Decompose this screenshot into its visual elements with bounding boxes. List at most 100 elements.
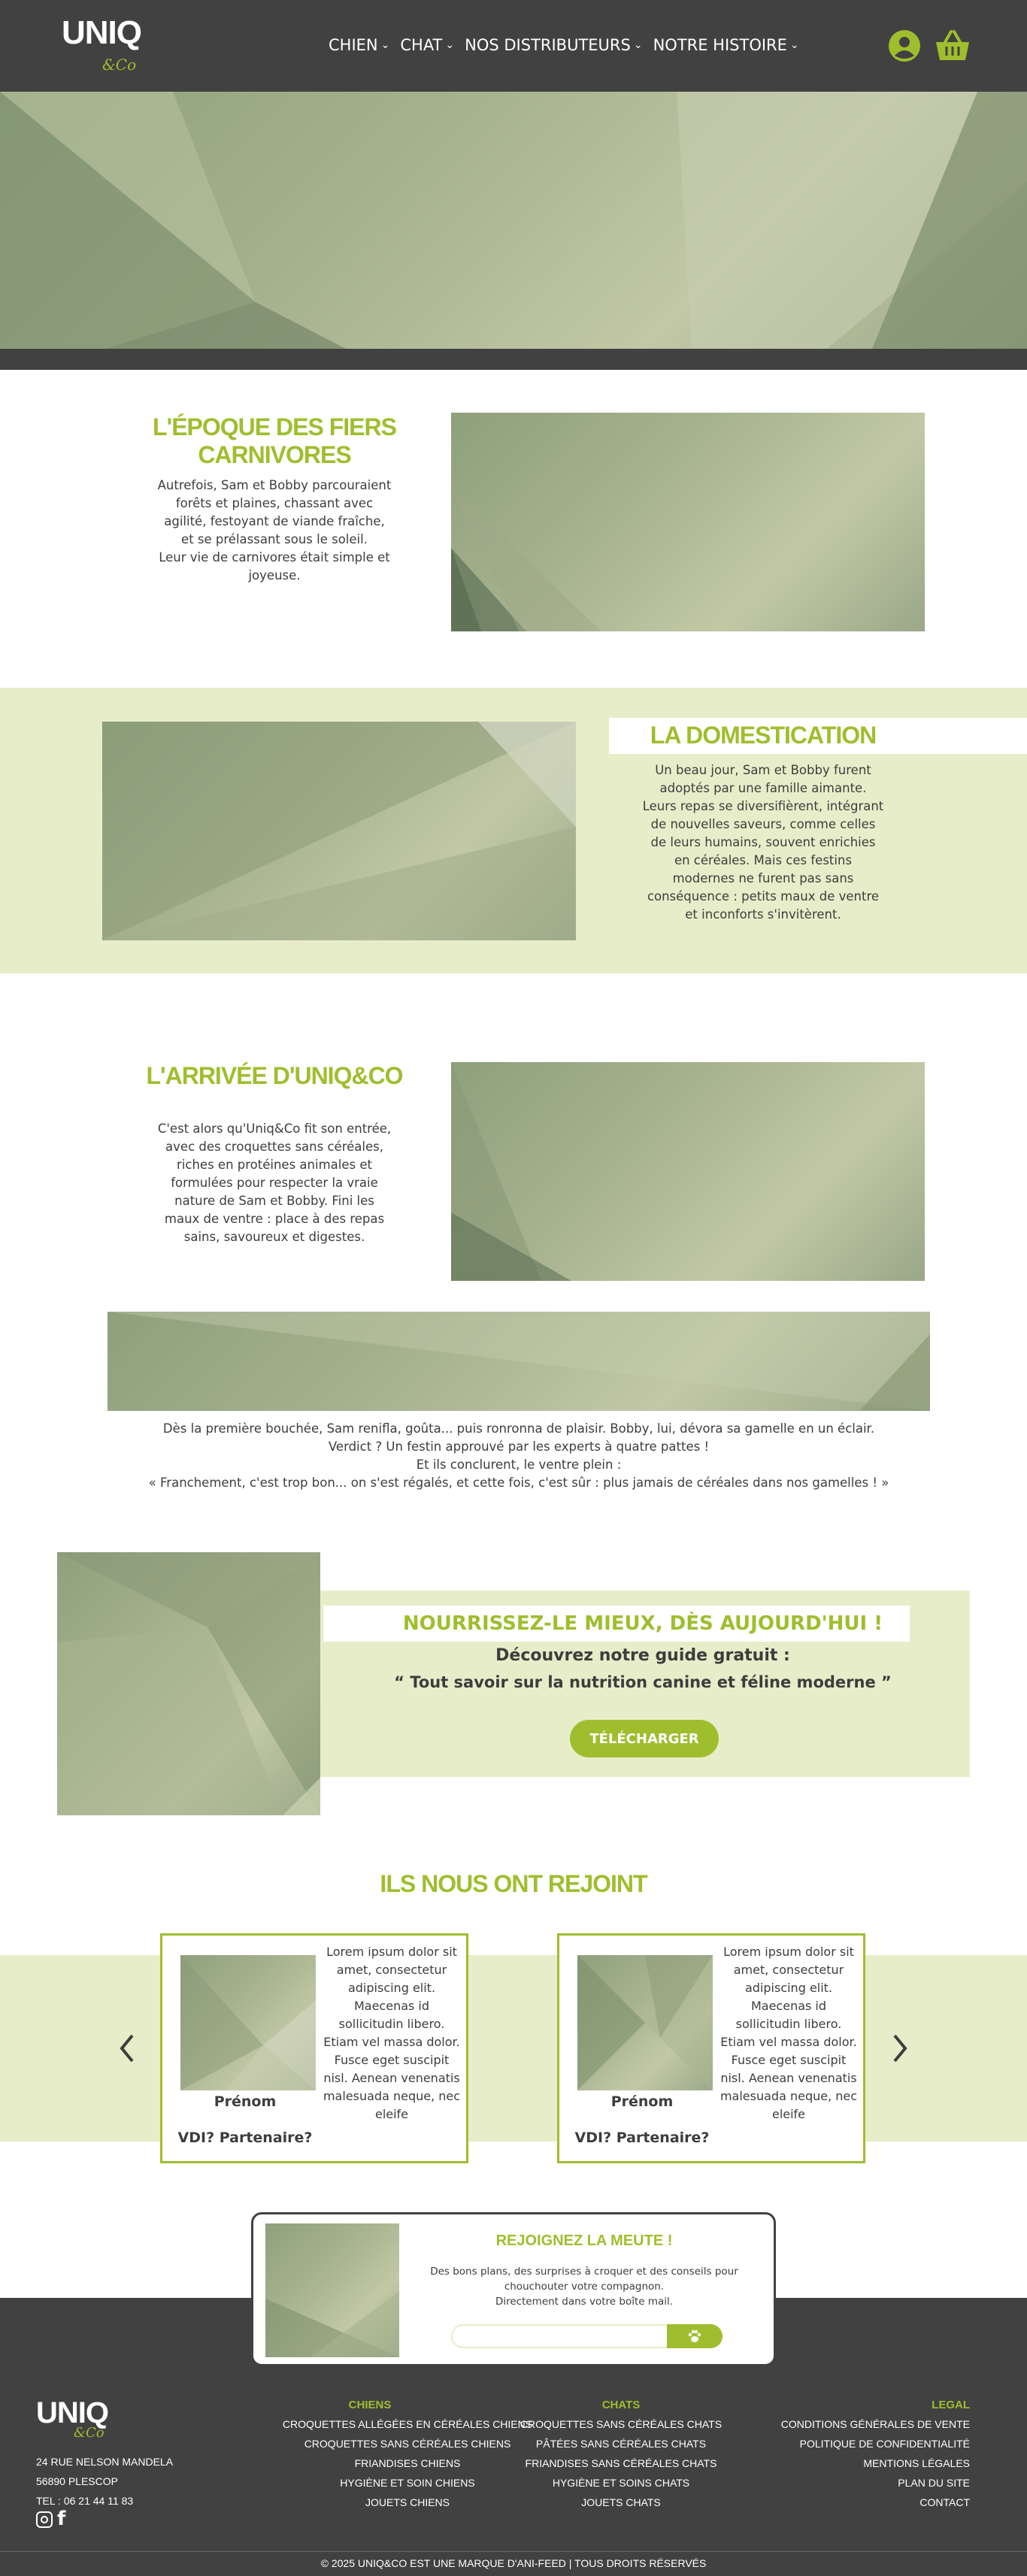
text-line: « Franchement, c'est trop bon... on s'es… — [148, 1476, 889, 1490]
guide-image — [57, 1552, 320, 1815]
nav-chien[interactable]: CHIEN ⌄ — [329, 36, 389, 54]
newsletter-image — [265, 2223, 399, 2357]
chevron-down-icon: ⌄ — [633, 39, 643, 51]
text-line: Verdict ? Un festin approuvé par les exp… — [328, 1439, 710, 1454]
text-line: formulées pour respecter la vraie — [171, 1176, 378, 1190]
arrivee-image — [451, 1062, 925, 1281]
footer-link[interactable]: PÂTÉES SANS CÉRÉALES CHATS — [536, 2438, 706, 2450]
text-line: en céréales. Mais ces festins — [674, 853, 853, 867]
domestication-image — [102, 722, 576, 940]
guide-quote: “ Tout savoir sur la nutrition canine et… — [394, 1673, 892, 1691]
paw-icon — [688, 2329, 701, 2342]
partner-name: Prénom — [610, 2093, 674, 2110]
text-line: et se prélassant sous le soleil. — [181, 532, 368, 546]
footer-link[interactable]: POLITIQUE DE CONFIDENTIALITÉ — [800, 2438, 970, 2450]
site-header: UNIQ &Co CHIEN ⌄ CHAT ⌄ NOS DISTRIBUTEURS ⌄… — [0, 0, 1027, 92]
footer-logo[interactable]: UNIQ &Co — [36, 2396, 109, 2441]
footer-link[interactable]: FRIANDISES SANS CÉRÉALES CHATS — [526, 2457, 717, 2469]
text-line: Dès la première bouchée, Sam renifla, go… — [162, 1421, 875, 1436]
partner-photo — [577, 1955, 713, 2090]
section-text-domestication: Un beau jour, Sam et Bobby furent adopté… — [617, 761, 910, 924]
text-line: avec des croquettes sans céréales, — [165, 1140, 383, 1154]
nav-label: CHAT — [400, 36, 443, 54]
basket-icon[interactable] — [935, 29, 971, 63]
text-line: conséquence : petits maux de ventre — [647, 889, 880, 904]
section-title-domestication: LA DOMESTICATION — [650, 722, 877, 749]
text-line: Directement dans votre boîte mail. — [495, 2296, 674, 2308]
footer-link[interactable]: FRIANDISES CHIENS — [355, 2457, 461, 2469]
text-line: Leurs repas se diversifièrent, intégrant — [642, 799, 884, 813]
newsletter-title: REJOIGNEZ LA MEUTE ! — [495, 2232, 673, 2249]
section-title-arrivee: L'ARRIVÉE D'UNIQ&CO — [146, 1062, 403, 1089]
newsletter-submit-button[interactable] — [667, 2324, 723, 2348]
chevron-down-icon: ⌄ — [380, 39, 390, 51]
footer-link[interactable]: JOUETS CHATS — [581, 2496, 661, 2508]
partner-card: Prénom VDI? Partenaire? Lorem ipsum dolo… — [557, 1933, 865, 2163]
footer-logo-subtext: &Co — [74, 2425, 105, 2441]
logo-subtext: &Co — [102, 56, 137, 74]
section-text-carnivores: Autrefois, Sam et Bobby parcouraient for… — [135, 477, 414, 585]
user-icon[interactable] — [889, 30, 920, 62]
main-nav: CHIEN ⌄ CHAT ⌄ NOS DISTRIBUTEURS ⌄ NOTRE HI… — [329, 36, 799, 54]
newsletter-text: Des bons plans, des surprises à croquer … — [419, 2264, 750, 2309]
footer-link[interactable]: HYGIÈNE ET SOIN CHIENS — [340, 2477, 474, 2489]
footer-link[interactable]: CROQUETTES ALLÉGÉES EN CÉRÉALES CHIENS — [283, 2418, 532, 2430]
footer-address: 24 RUE NELSON MANDELA — [36, 2456, 174, 2468]
partner-name: Prénom — [214, 2093, 277, 2110]
nav-distributeurs[interactable]: NOS DISTRIBUTEURS ⌄ — [465, 36, 642, 54]
footer-link[interactable]: CONTACT — [919, 2496, 970, 2508]
hero-banner-image — [0, 92, 1027, 349]
facebook-icon[interactable]: f — [57, 2508, 65, 2529]
footer-link[interactable]: PLAN DU SITE — [898, 2477, 970, 2489]
footer-link[interactable]: CROQUETTES SANS CÉRÉALES CHATS — [520, 2418, 722, 2430]
footer-link[interactable]: HYGIÈNE ET SOINS CHATS — [553, 2477, 689, 2489]
footer-link[interactable]: CONDITIONS GÉNÉRALES DE VENTE — [781, 2418, 970, 2430]
text-line: maux de ventre : place à des repas — [164, 1212, 385, 1226]
footer-phone: TEL : 06 21 44 11 83 — [36, 2495, 134, 2507]
section-text-arrivee: C'est alors qu'Uniq&Co fit son entrée, a… — [135, 1120, 414, 1246]
nav-label: NOTRE HISTOIRE — [653, 36, 787, 54]
partners-band — [0, 1955, 1027, 2142]
instagram-icon[interactable] — [36, 2511, 53, 2528]
chevron-right-icon[interactable] — [887, 2030, 914, 2067]
text-line: nature de Sam et Bobby. Fini les — [174, 1194, 374, 1208]
partner-text: Lorem ipsum dolor sit amet, consectetur … — [720, 1945, 858, 2121]
partner-photo — [180, 1955, 316, 2090]
partner-role: VDI? Partenaire? — [177, 2130, 313, 2146]
nav-chat[interactable]: CHAT ⌄ — [400, 36, 454, 54]
nav-histoire[interactable]: NOTRE HISTOIRE ⌄ — [653, 36, 799, 54]
newsletter-box: REJOIGNEZ LA MEUTE ! Des bons plans, des… — [251, 2212, 776, 2366]
text-line: Autrefois, Sam et Bobby parcouraient — [157, 478, 392, 492]
footer-city: 56890 PLESCOP — [36, 2475, 118, 2487]
section-title-carnivores: L'ÉPOQUE DES FIERS CARNIVORES — [153, 413, 397, 468]
download-button[interactable]: TÉLÉCHARGER — [570, 1720, 719, 1757]
partner-role: VDI? Partenaire? — [574, 2130, 710, 2146]
chevron-down-icon: ⌄ — [445, 39, 455, 51]
logo-text: UNIQ — [62, 14, 142, 51]
footer-link[interactable]: JOUETS CHIENS — [365, 2496, 450, 2508]
partner-text: Lorem ipsum dolor sit amet, consectetur … — [323, 1945, 461, 2121]
text-line: de leurs humains, souvent enrichies — [650, 835, 876, 849]
text-line: agilité, festoyant de viande fraîche, — [164, 514, 385, 528]
footer-logo-text: UNIQ — [36, 2396, 109, 2429]
chevron-left-icon[interactable] — [113, 2030, 140, 2067]
footer-link[interactable]: CROQUETTES SANS CÉRÉALES CHIENS — [304, 2438, 511, 2450]
section-text-verdict: Dès la première bouchée, Sam renifla, go… — [105, 1420, 932, 1492]
nav-label: CHIEN — [329, 36, 378, 54]
partners-title: ILS NOUS ONT REJOINT — [380, 1870, 647, 1897]
guide-title: NOURRISSEZ-LE MIEUX, DÈS AUJOURD'HUI ! — [402, 1612, 883, 1635]
logo[interactable]: UNIQ &Co — [62, 14, 142, 74]
nav-label: NOS DISTRIBUTEURS — [465, 36, 631, 54]
copyright: © 2025 UNIQ&CO EST UNE MARQUE D'ANI-FEED… — [320, 2557, 707, 2569]
text-line: adoptés par une famille aimante. — [659, 781, 867, 795]
text-line: et inconforts s'invitèrent. — [685, 907, 841, 922]
guide-subtitle: Découvrez notre guide gratuit : — [495, 1646, 790, 1665]
text-line: chouchouter votre compagnon. — [504, 2281, 665, 2293]
newsletter-email-input[interactable] — [451, 2324, 669, 2348]
footer-link[interactable]: MENTIONS LÉGALES — [863, 2457, 970, 2469]
verdict-banner-image — [108, 1312, 930, 1411]
text-line: Leur vie de carnivores était simple et — [159, 550, 390, 565]
footer-title-chats: CHATS — [601, 2399, 641, 2411]
text-line: Un beau jour, Sam et Bobby furent — [655, 763, 871, 777]
hero-divider — [0, 349, 1027, 370]
